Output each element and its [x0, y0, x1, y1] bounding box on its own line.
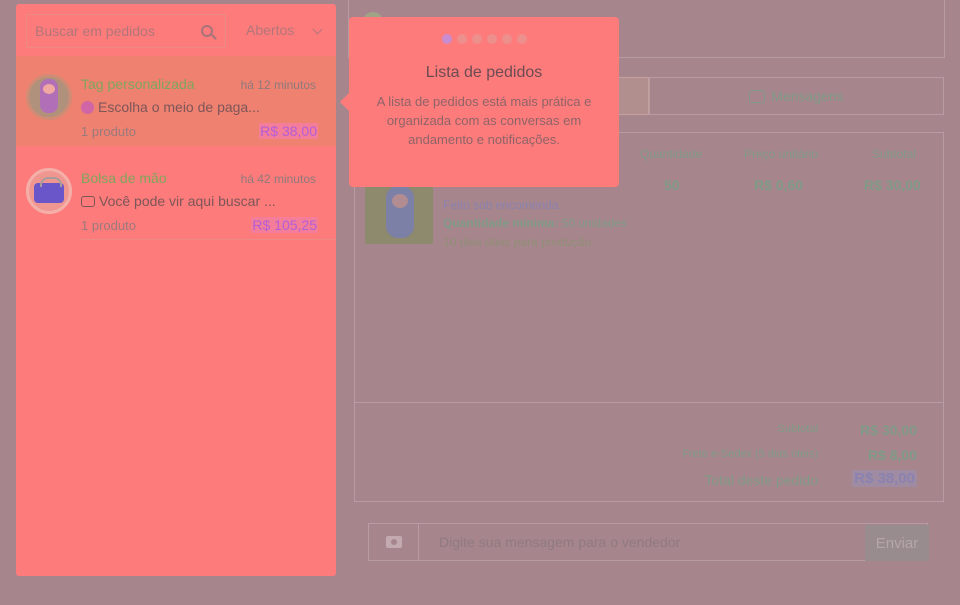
col-quantity-header: Quantidade — [640, 147, 703, 161]
list-divider — [80, 239, 336, 240]
attach-photo-button[interactable] — [369, 524, 419, 560]
col-unit-price-header: Preço unitário — [744, 147, 819, 161]
payment-alert-icon — [81, 100, 94, 114]
search-icon[interactable] — [201, 25, 213, 37]
tab-messages[interactable]: Mensagens — [649, 77, 944, 115]
camera-icon — [385, 536, 402, 548]
order-thumbnail — [26, 74, 72, 120]
status-filter-select[interactable]: Abertos — [246, 22, 294, 38]
totals-box: Subtotal R$ 30,00 Frete e-Sedex (5 dias … — [354, 402, 944, 502]
step-dot[interactable] — [456, 34, 467, 44]
min-quantity-label: Quantidade mínima: — [443, 216, 559, 230]
order-status: Escolha o meio de paga... — [81, 99, 260, 115]
tooltip-title: Lista de pedidos — [425, 64, 543, 81]
order-price: R$ 38,00 — [259, 123, 318, 139]
order-list-sidebar: Buscar em pedidos Abertos Tag personaliz… — [16, 4, 336, 576]
step-dot[interactable] — [486, 34, 497, 44]
chevron-down-icon[interactable] — [312, 24, 323, 35]
message-composer: Digite sua mensagem para o vendedor Envi… — [368, 523, 929, 561]
shipping-label: Frete e-Sedex (5 dias úteis) — [682, 448, 818, 460]
message-input[interactable]: Digite sua mensagem para o vendedor — [439, 524, 680, 560]
send-button[interactable]: Enviar — [865, 525, 929, 561]
tab-messages-label: Mensagens — [771, 88, 844, 104]
production-time: 10 dias úteis para produção — [443, 235, 592, 249]
speech-bubble-icon — [749, 89, 766, 103]
step-dot[interactable] — [516, 34, 527, 44]
tooltip-arrow — [340, 93, 349, 111]
tooltip-body: A lista de pedidos está mais prática e o… — [376, 94, 592, 147]
total-label: Total deste pedido — [704, 472, 818, 488]
order-status-text: Você pode vir aqui buscar ... — [99, 193, 276, 209]
step-dot[interactable] — [501, 34, 512, 44]
order-price: R$ 105,25 — [251, 217, 318, 233]
step-dot[interactable] — [441, 34, 452, 44]
product-image[interactable] — [365, 180, 433, 244]
order-status-text: Escolha o meio de paga... — [98, 99, 260, 115]
onboarding-tooltip: Lista de pedidos A lista de pedidos está… — [349, 17, 619, 187]
order-list-item[interactable]: Bolsa de mão há 42 minutos Você pode vir… — [16, 150, 336, 240]
subtotal-value: R$ 30,00 — [860, 422, 917, 438]
subtotal-label: Subtotal — [777, 423, 818, 435]
item-subtotal: R$ 30,00 — [864, 177, 921, 193]
search-placeholder: Buscar em pedidos — [35, 23, 155, 39]
order-product-count: 1 produto — [81, 124, 136, 139]
step-dot[interactable] — [471, 34, 482, 44]
order-status: Você pode vir aqui buscar ... — [81, 193, 276, 209]
col-subtotal-header: Subtotal — [872, 147, 917, 161]
order-list-item[interactable]: Tag personalizada há 12 minutos Escolha … — [16, 56, 336, 146]
order-thumbnail — [26, 168, 72, 214]
min-quantity: Quantidade mínima: 50 unidades — [443, 216, 627, 230]
order-product-count: 1 produto — [81, 218, 136, 233]
shipping-value: R$ 8,00 — [867, 447, 917, 463]
search-input[interactable]: Buscar em pedidos — [26, 14, 226, 48]
min-quantity-value: 50 unidades — [561, 216, 628, 230]
order-time: há 12 minutos — [240, 78, 316, 92]
made-to-order-label: Feito sob encomenda — [443, 198, 559, 212]
speech-bubble-icon — [81, 195, 95, 207]
total-value: R$ 38,00 — [852, 470, 917, 487]
order-time: há 42 minutos — [240, 172, 316, 186]
step-indicator — [349, 34, 619, 44]
item-quantity: 50 — [664, 177, 680, 193]
item-unit-price: R$ 0,60 — [754, 177, 804, 193]
order-title: Bolsa de mão — [81, 170, 167, 186]
order-title: Tag personalizada — [81, 76, 195, 92]
